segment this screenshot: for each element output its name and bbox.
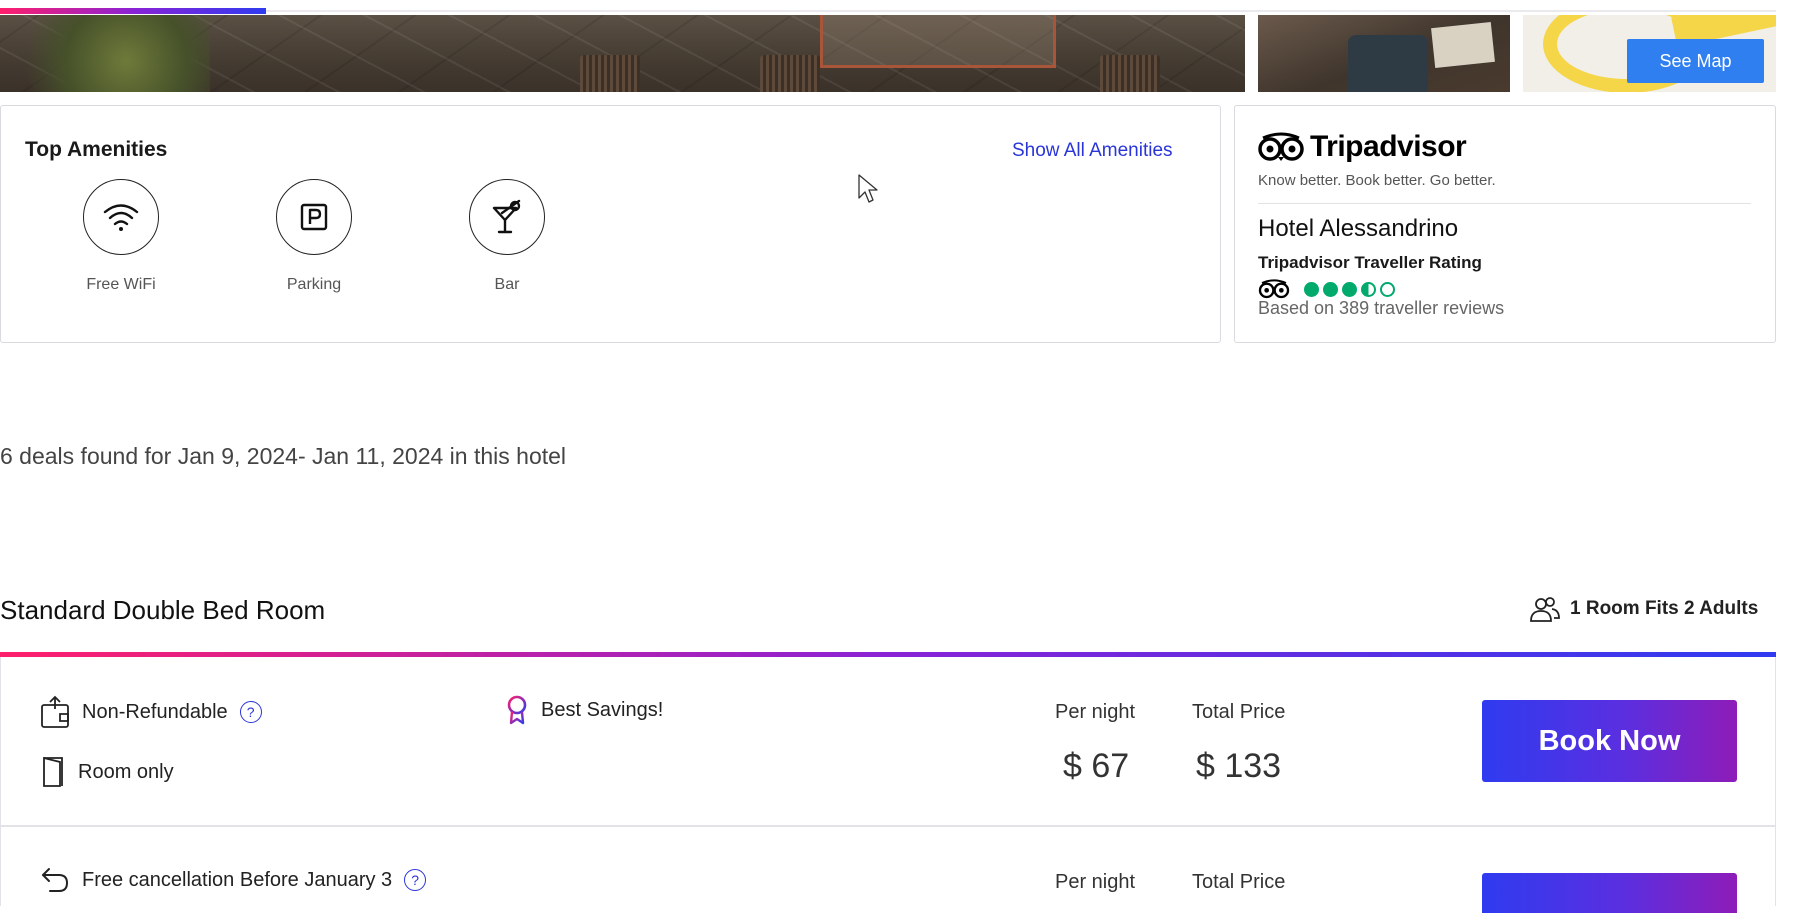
map-thumbnail[interactable]: See Map (1523, 15, 1776, 92)
divider (1258, 203, 1751, 204)
policy-help-icon[interactable]: ? (404, 869, 427, 891)
hotel-photo-secondary[interactable] (1258, 15, 1510, 92)
tripadvisor-owl-icon (1258, 279, 1290, 299)
total-price: $ 133 (1196, 747, 1282, 785)
traveller-rating-label: Tripadvisor Traveller Rating (1258, 253, 1482, 272)
book-now-button[interactable] (1482, 873, 1737, 913)
best-savings-badge: Best Savings! (505, 695, 663, 725)
cancellation-policy: Non-Refundable ? (40, 695, 262, 729)
policy-label: Non-Refundable (82, 700, 228, 723)
policy-label: Free cancellation Before January 3 (82, 868, 393, 891)
photo-chair (760, 55, 820, 92)
guests-icon (1530, 597, 1560, 622)
hotel-name: Hotel Alessandrino (1258, 215, 1459, 242)
amenity-label: Bar (494, 276, 520, 293)
room-occupancy: 1 Room Fits 2 Adults (1530, 596, 1758, 622)
see-map-button[interactable]: See Map (1627, 39, 1764, 83)
badge-label: Best Savings! (541, 698, 664, 721)
tripadvisor-wordmark: Tripadvisor (1310, 130, 1467, 163)
photo-chair (580, 55, 640, 92)
award-icon (507, 695, 527, 725)
rating-bubble (1342, 281, 1357, 297)
rating-bubble (1361, 281, 1376, 297)
deals-summary: 6 deals found for Jan 9, 2024- Jan 11, 2… (0, 443, 567, 469)
hotel-photo-main[interactable] (0, 15, 1245, 92)
per-night-label: Per night (1055, 701, 1136, 723)
photo-chair (1100, 55, 1160, 92)
photo-bag (1348, 35, 1428, 92)
wallet-refund-icon (41, 695, 69, 728)
photo-plant (0, 15, 210, 92)
board-type: Room only (40, 755, 174, 789)
occupancy-label: 1 Room Fits 2 Adults (1570, 598, 1759, 619)
undo-icon (42, 868, 68, 892)
policy-help-icon[interactable]: ? (239, 701, 262, 723)
photo-paper (1431, 21, 1495, 69)
amenity-label: Free WiFi (86, 276, 156, 293)
gallery-progress-fill (0, 8, 267, 14)
tripadvisor-logo: Tripadvisor (1258, 130, 1467, 164)
photo-table (820, 15, 1056, 68)
per-night-price: $ 67 (1063, 747, 1130, 785)
review-count: Based on 389 traveller reviews (1258, 298, 1505, 318)
amenities-title: Top Amenities (25, 138, 168, 161)
total-price-label: Total Price (1192, 871, 1286, 893)
rating-bubble (1323, 281, 1338, 297)
board-label: Room only (78, 760, 174, 783)
tripadvisor-tagline: Know better. Book better. Go better. (1258, 172, 1496, 189)
door-icon (43, 756, 63, 787)
total-price-label: Total Price (1192, 701, 1286, 723)
gallery-progress-track (0, 10, 1776, 12)
tripadvisor-owl-icon (1258, 132, 1304, 161)
parking-icon (276, 179, 352, 255)
room-title: Standard Double Bed Room (0, 595, 326, 625)
show-all-amenities-link[interactable]: Show All Amenities (1012, 140, 1173, 162)
cocktail-icon (469, 179, 545, 255)
mouse-cursor-icon (858, 174, 878, 203)
rating-bubble (1380, 281, 1395, 297)
wifi-icon (83, 179, 159, 255)
traveller-rating (1258, 279, 1395, 299)
rating-bubble (1304, 281, 1319, 297)
per-night-label: Per night (1055, 871, 1136, 893)
amenity-label: Parking (286, 276, 342, 293)
book-now-button[interactable]: Book Now (1482, 700, 1737, 782)
cancellation-policy: Free cancellation Before January 3 ? (40, 866, 427, 894)
